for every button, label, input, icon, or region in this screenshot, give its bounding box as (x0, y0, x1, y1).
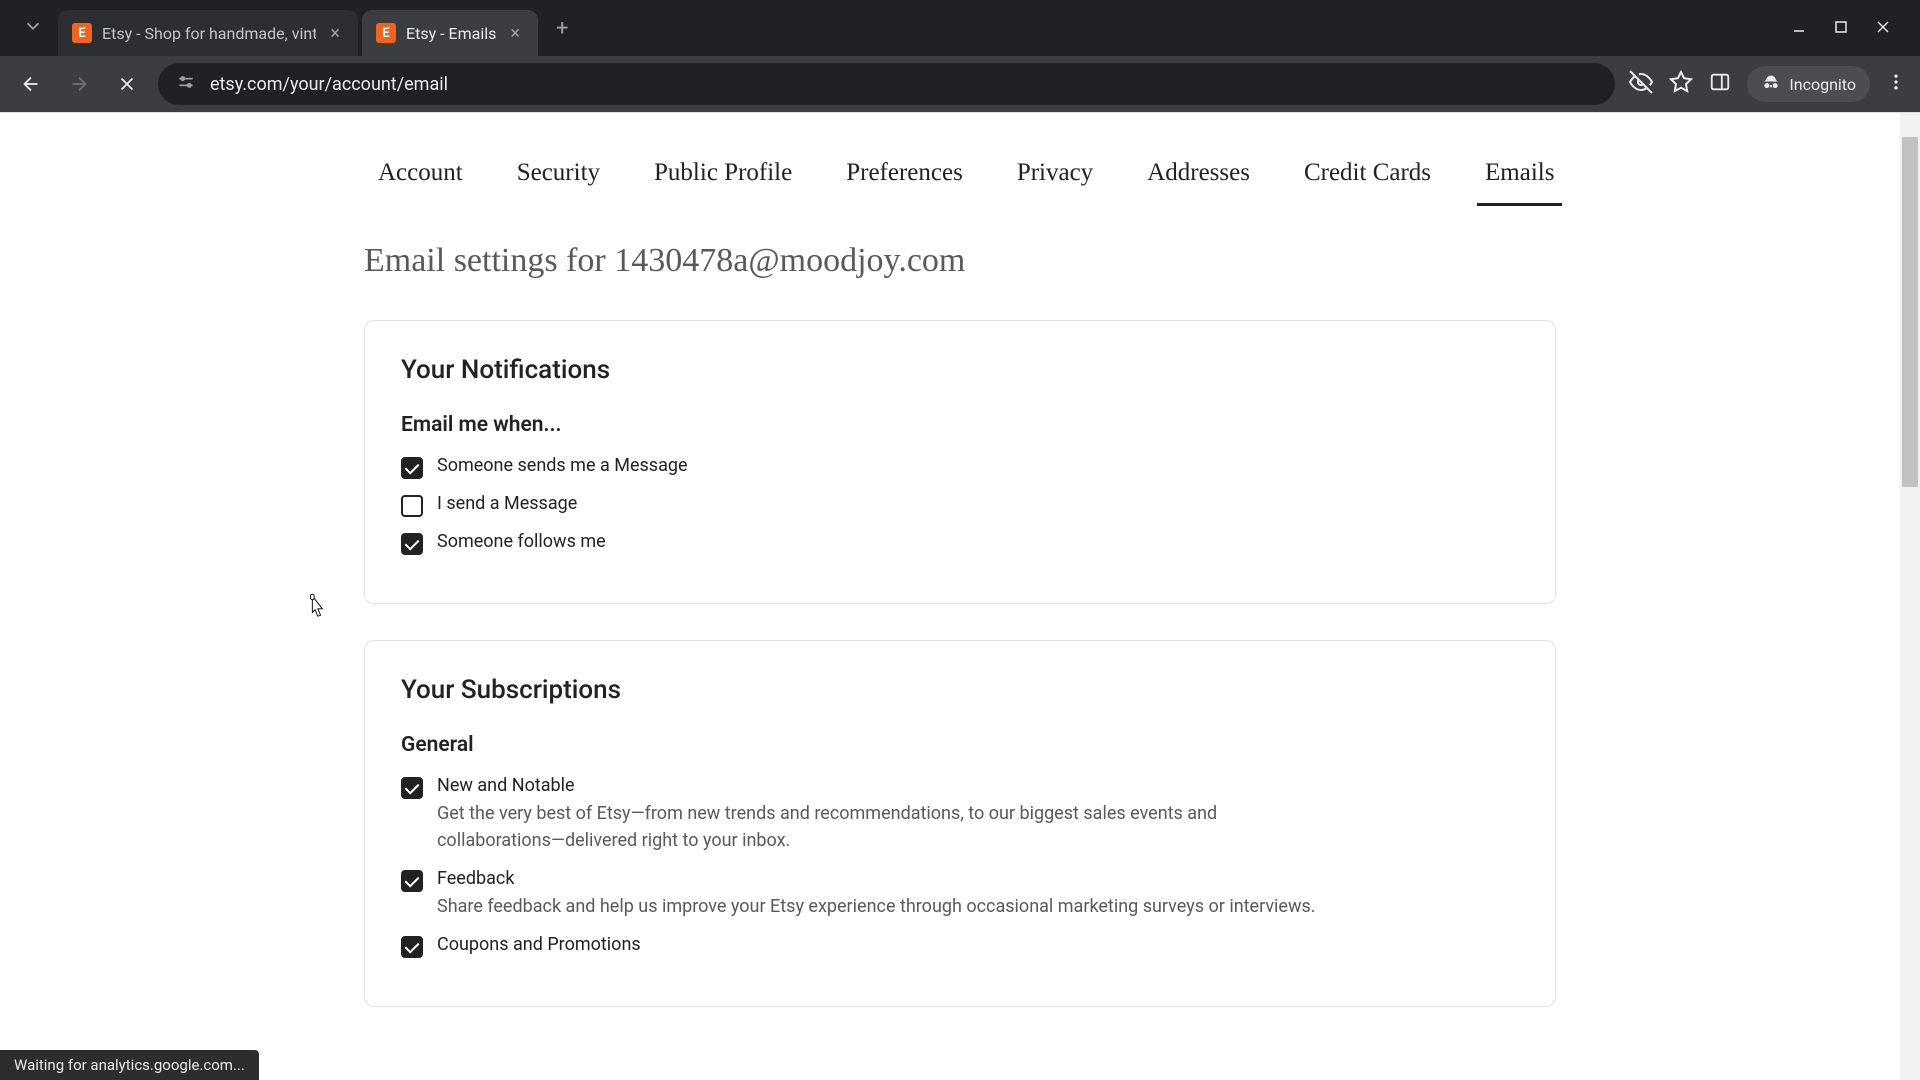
minimize-button[interactable] (1792, 19, 1806, 38)
site-settings-icon[interactable] (176, 72, 196, 96)
tab-addresses[interactable]: Addresses (1139, 143, 1258, 206)
checkbox[interactable] (401, 495, 423, 517)
tab-search-dropdown[interactable] (12, 7, 54, 49)
close-window-button[interactable] (1876, 19, 1890, 38)
tab-credit-cards[interactable]: Credit Cards (1296, 143, 1439, 206)
eye-off-icon[interactable] (1629, 70, 1653, 98)
checkbox-label: Someone follows me (437, 531, 606, 552)
status-bar: Waiting for analytics.google.com... (0, 1050, 259, 1080)
etsy-favicon: E (376, 23, 396, 43)
checkbox[interactable] (401, 777, 423, 799)
scrollbar-track[interactable] (1900, 113, 1920, 1080)
reload-button[interactable] (110, 67, 144, 101)
browser-menu-icon[interactable] (1886, 72, 1906, 96)
side-panel-icon[interactable] (1709, 71, 1731, 97)
checkbox-row: Coupons and Promotions (401, 934, 1519, 958)
tab-preferences[interactable]: Preferences (838, 143, 971, 206)
checkbox-row: Feedback Share feedback and help us impro… (401, 868, 1519, 920)
subscriptions-section-title: General (401, 733, 1519, 757)
settings-tabs-nav: Account Security Public Profile Preferences… (310, 113, 1610, 206)
scrollbar-thumb[interactable] (1902, 137, 1918, 487)
checkbox-label: New and Notable (437, 775, 1317, 796)
tab-public-profile[interactable]: Public Profile (646, 143, 800, 206)
checkbox[interactable] (401, 936, 423, 958)
page-title: Email settings for 1430478a@moodjoy.com (364, 242, 1610, 280)
subscriptions-card: Your Subscriptions General New and Notab… (364, 640, 1556, 1007)
checkbox-description: Share feedback and help us improve your … (437, 893, 1316, 920)
tab-privacy[interactable]: Privacy (1009, 143, 1101, 206)
close-tab-icon[interactable]: × (506, 21, 524, 46)
window-controls (1792, 19, 1908, 38)
notifications-subtitle: Email me when... (401, 413, 1519, 437)
checkbox-label: I send a Message (437, 493, 577, 514)
page-content: Account Security Public Profile Preferences… (0, 112, 1920, 1080)
checkbox-row: Someone sends me a Message (401, 455, 1519, 479)
url-bar[interactable]: etsy.com/your/account/email (158, 63, 1615, 105)
card-title: Your Notifications (401, 355, 1519, 385)
notifications-card: Your Notifications Email me when... Some… (364, 320, 1556, 604)
incognito-label: Incognito (1789, 75, 1856, 94)
checkbox-label: Someone sends me a Message (437, 455, 688, 476)
browser-chrome: E Etsy - Shop for handmade, vint × E Ets… (0, 0, 1920, 112)
forward-button[interactable] (62, 67, 96, 101)
checkbox-row: New and Notable Get the very best of Etsy… (401, 775, 1519, 854)
checkbox-row: Someone follows me (401, 531, 1519, 555)
close-tab-icon[interactable]: × (326, 21, 344, 46)
checkbox-description: Get the very best of Etsy—from new trend… (437, 800, 1317, 854)
checkbox-label: Feedback (437, 868, 1316, 889)
etsy-favicon: E (72, 23, 92, 43)
back-button[interactable] (14, 67, 48, 101)
incognito-badge[interactable]: Incognito (1747, 66, 1870, 102)
checkbox-label: Coupons and Promotions (437, 934, 641, 955)
checkbox-row: I send a Message (401, 493, 1519, 517)
checkbox[interactable] (401, 533, 423, 555)
tab-title: Etsy - Emails (406, 24, 496, 43)
tab-title: Etsy - Shop for handmade, vint (102, 24, 316, 43)
tab-security[interactable]: Security (509, 143, 608, 206)
tab-emails[interactable]: Emails (1477, 143, 1562, 206)
browser-tab-1[interactable]: E Etsy - Emails × (362, 10, 538, 56)
browser-toolbar: etsy.com/your/account/email Incognito (0, 56, 1920, 112)
browser-tab-0[interactable]: E Etsy - Shop for handmade, vint × (58, 10, 358, 56)
maximize-button[interactable] (1834, 19, 1848, 38)
checkbox[interactable] (401, 457, 423, 479)
tab-bar: E Etsy - Shop for handmade, vint × E Ets… (0, 0, 1920, 56)
new-tab-button[interactable]: + (542, 6, 582, 51)
checkbox[interactable] (401, 870, 423, 892)
tab-account[interactable]: Account (370, 143, 471, 206)
bookmark-star-icon[interactable] (1669, 70, 1693, 98)
card-title: Your Subscriptions (401, 675, 1519, 705)
url-text: etsy.com/your/account/email (210, 74, 1597, 95)
